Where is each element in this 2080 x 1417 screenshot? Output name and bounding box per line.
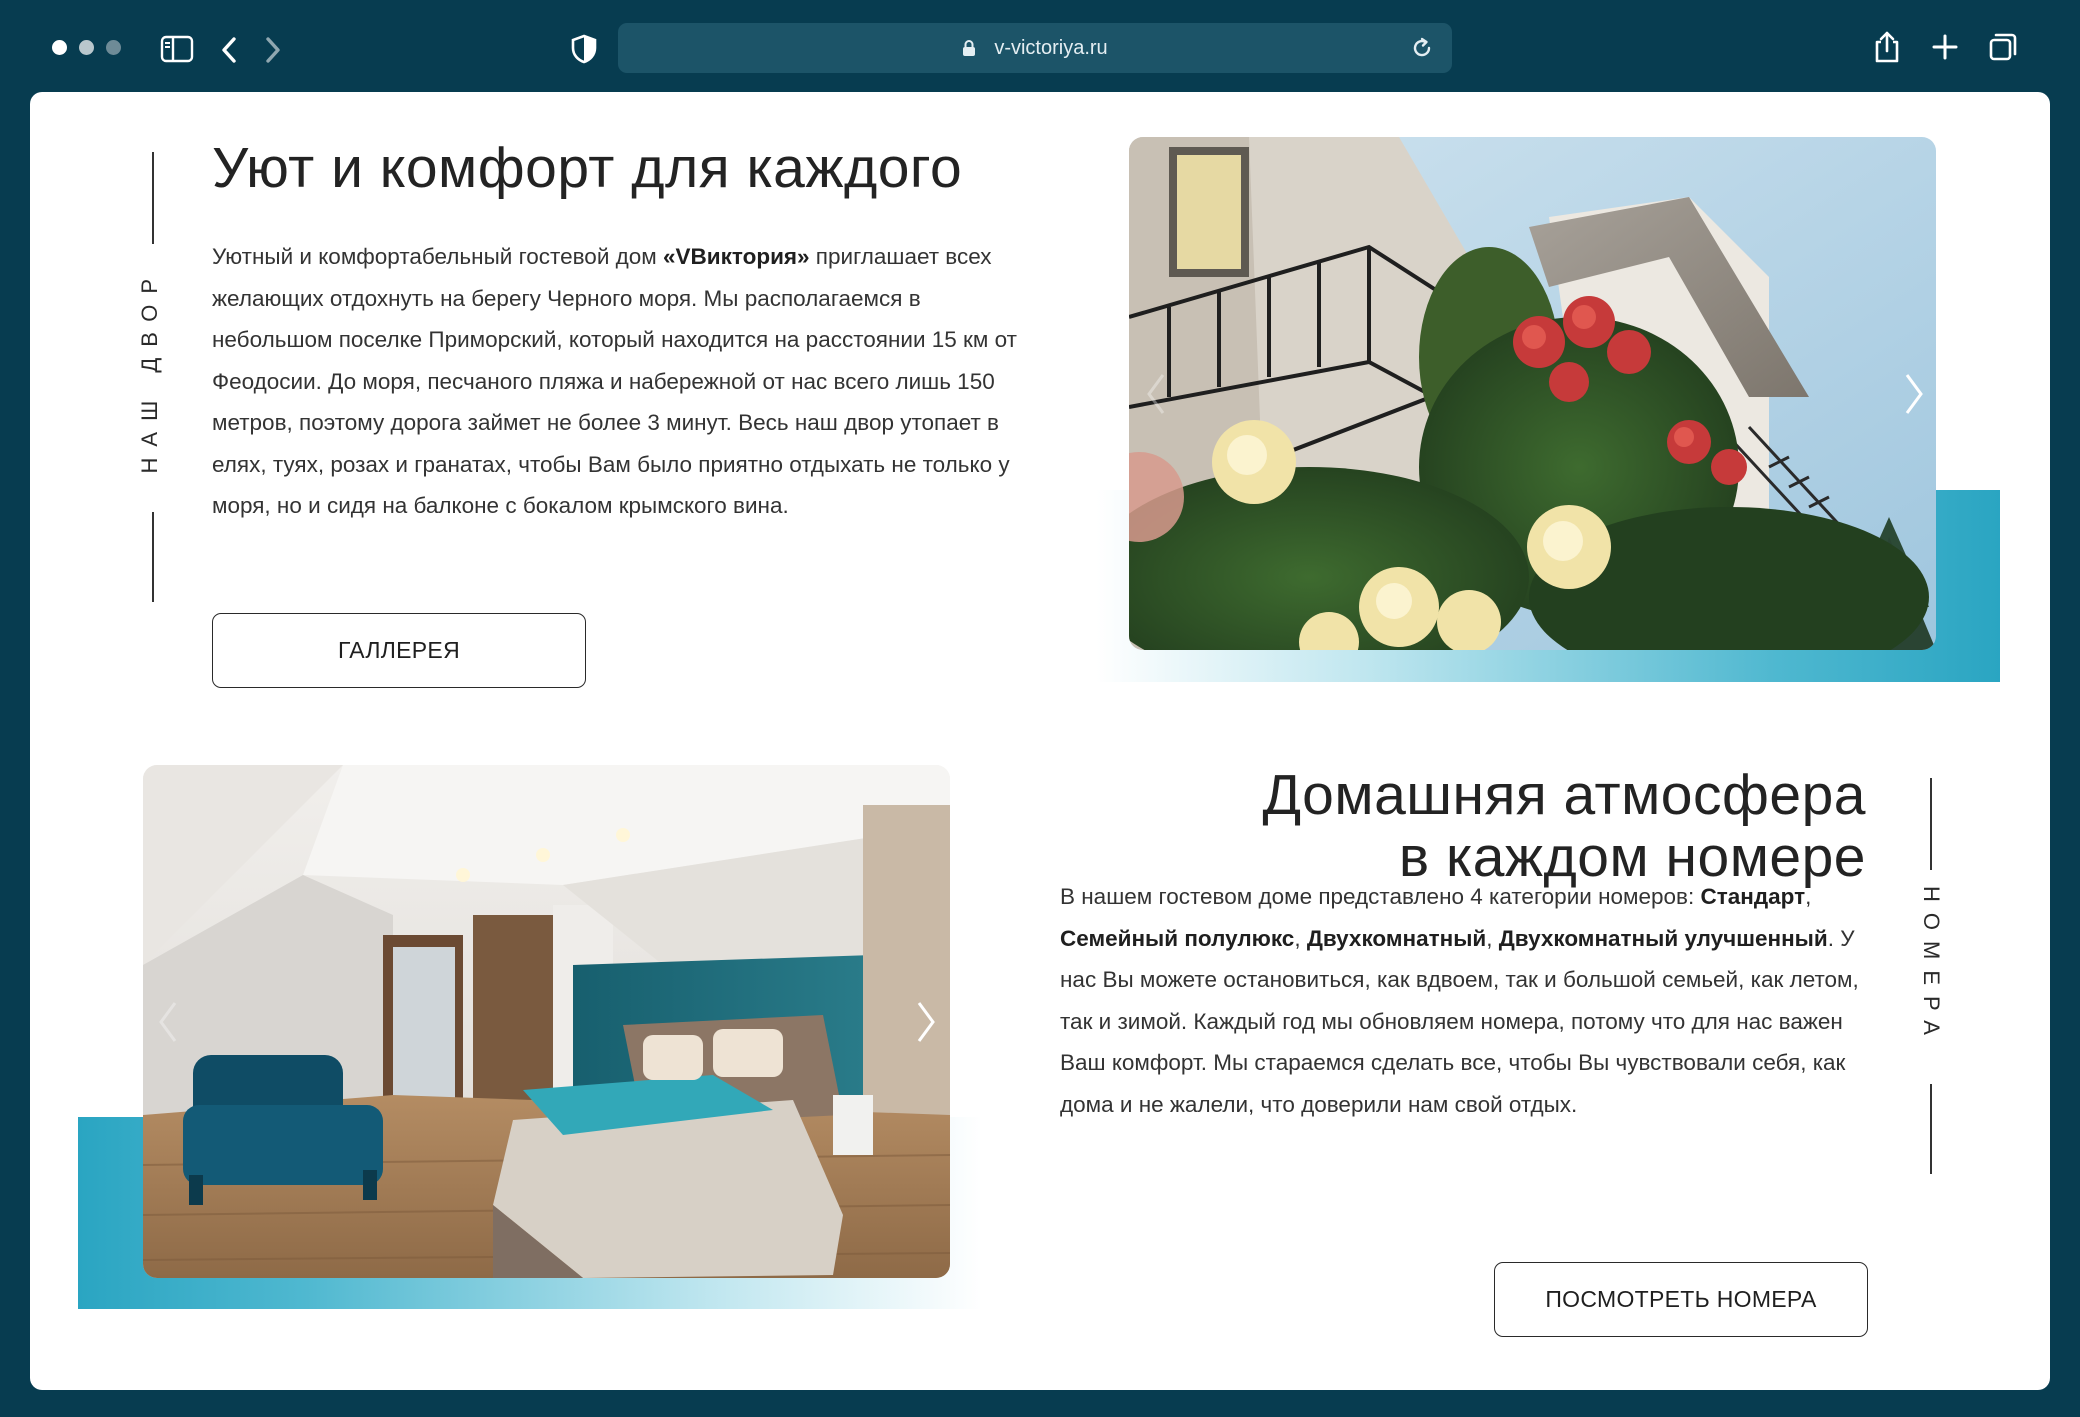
section-label-rooms: НОМЕРА: [1919, 886, 1944, 1046]
web-page: НАШ ДВОР Уют и комфорт для каждого Уютны…: [30, 92, 2050, 1390]
reload-icon[interactable]: [1410, 36, 1434, 60]
plus-icon[interactable]: [1928, 30, 1962, 64]
room-category-family-junior-suite: Семейный полулюкс: [1060, 925, 1295, 951]
room-photo[interactable]: [143, 765, 950, 1278]
tabs-icon[interactable]: [1986, 30, 2020, 64]
text-segment: . У нас Вы можете остановиться, как вдво…: [1060, 925, 1859, 1117]
minimize-window-button[interactable]: [79, 40, 94, 55]
browser-toolbar: v-victoriya.ru: [0, 0, 2080, 92]
vertical-divider-bottom-right: [1930, 1084, 1932, 1174]
vertical-divider-bottom: [152, 512, 154, 602]
section-label-our-yard: НАШ ДВОР: [137, 268, 162, 474]
title-line-1: Домашняя атмосфера: [1262, 763, 1866, 827]
chevron-left-icon[interactable]: [216, 34, 242, 66]
yard-photo-scene: [1129, 137, 1936, 650]
carousel-next-arrow[interactable]: [911, 997, 941, 1047]
section-title-rooms: Домашняя атмосфера в каждом номере: [1262, 764, 1866, 888]
room-category-two-room: Двухкомнатный: [1306, 925, 1487, 951]
text-segment: Уютный и комфортабельный гостевой дом: [212, 244, 663, 269]
brand-name: «VВиктория»: [663, 244, 810, 269]
window-controls: [52, 40, 121, 55]
vertical-divider-top-right: [1930, 778, 1932, 870]
room-category-two-room-improved: Двухкомнатный улучшенный: [1498, 925, 1828, 951]
url-field[interactable]: v-victoriya.ru: [618, 23, 1452, 73]
section-text-comfort: Уютный и комфортабельный гостевой дом «V…: [212, 236, 1042, 527]
text-segment: В нашем гостевом доме представлено 4 кат…: [1060, 884, 1701, 909]
sidebar-icon[interactable]: [160, 34, 194, 64]
lock-icon: [963, 40, 976, 56]
carousel-next-arrow[interactable]: [1899, 369, 1929, 419]
close-window-button[interactable]: [52, 40, 67, 55]
share-icon[interactable]: [1870, 28, 1904, 66]
address-bar[interactable]: v-victoriya.ru: [618, 23, 1452, 73]
chevron-right-icon[interactable]: [260, 34, 286, 66]
room-photo-scene: [143, 765, 950, 1278]
text-separator: ,: [1294, 925, 1307, 951]
text-separator: ,: [1805, 884, 1812, 909]
section-title-comfort: Уют и комфорт для каждого: [212, 136, 963, 200]
carousel-prev-arrow[interactable]: [153, 997, 183, 1047]
carousel-prev-arrow[interactable]: [1141, 369, 1171, 419]
url-text: v-victoriya.ru: [994, 36, 1108, 59]
text-separator: ,: [1486, 925, 1499, 951]
room-category-standard: Стандарт: [1700, 884, 1806, 909]
vertical-divider-top: [152, 152, 154, 244]
shield-icon[interactable]: [568, 32, 600, 66]
view-rooms-button[interactable]: ПОСМОТРЕТЬ НОМЕРА: [1494, 1262, 1868, 1337]
text-segment: приглашает всех желающих отдохнуть на бе…: [212, 244, 1017, 518]
gallery-button[interactable]: ГАЛЛЕРЕЯ: [212, 613, 586, 688]
yard-photo[interactable]: [1129, 137, 1936, 650]
zoom-window-button[interactable]: [106, 40, 121, 55]
section-text-rooms: В нашем гостевом доме представлено 4 кат…: [1060, 876, 1880, 1125]
